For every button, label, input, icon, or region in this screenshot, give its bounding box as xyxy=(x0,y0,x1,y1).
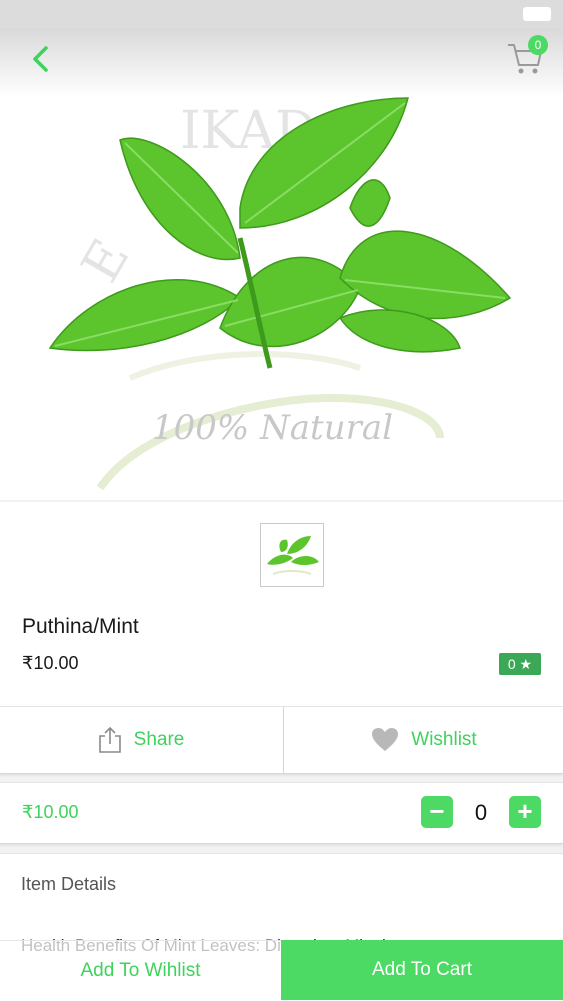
share-icon xyxy=(98,726,121,753)
add-to-wishlist-button[interactable]: Add To Wihlist xyxy=(0,940,281,1000)
rating-badge[interactable]: 0 ★ xyxy=(499,653,541,675)
heart-icon xyxy=(372,728,399,751)
add-to-cart-button[interactable]: Add To Cart xyxy=(281,940,563,1000)
product-name: Puthina/Mint xyxy=(22,615,139,638)
header-gradient xyxy=(0,28,563,98)
quantity-price: ₹10.00 xyxy=(22,802,79,822)
increase-quantity-button[interactable]: + xyxy=(509,796,541,828)
item-details-title: Item Details xyxy=(21,874,117,894)
product-hero-image: E IKADA 100% Natural 0 xyxy=(0,28,563,500)
quantity-value: 0 xyxy=(474,800,488,825)
brand-watermark-letters: E xyxy=(70,230,141,293)
product-price: ₹10.00 xyxy=(22,653,79,673)
battery-icon xyxy=(523,7,551,21)
cart-count-badge: 0 xyxy=(528,35,548,55)
share-label: Share xyxy=(133,729,185,750)
product-info-section: Puthina/Mint ₹10.00 0 ★ xyxy=(0,502,563,706)
natural-watermark-text: 100% Natural xyxy=(152,408,393,448)
share-button[interactable]: Share xyxy=(0,707,282,773)
wishlist-label: Wishlist xyxy=(411,729,477,750)
back-button[interactable] xyxy=(26,42,60,76)
bottom-action-bar: Add To Wihlist Add To Cart xyxy=(0,940,563,1000)
status-bar xyxy=(0,0,563,28)
quantity-bar: ₹10.00 − 0 + xyxy=(0,782,563,844)
product-thumbnail[interactable] xyxy=(260,523,324,587)
mint-thumbnail-image xyxy=(267,536,319,575)
wishlist-button[interactable]: Wishlist xyxy=(283,707,563,773)
action-row: Share Wishlist xyxy=(0,706,563,774)
chevron-left-icon xyxy=(33,46,48,72)
decrease-quantity-button[interactable]: − xyxy=(421,796,453,828)
